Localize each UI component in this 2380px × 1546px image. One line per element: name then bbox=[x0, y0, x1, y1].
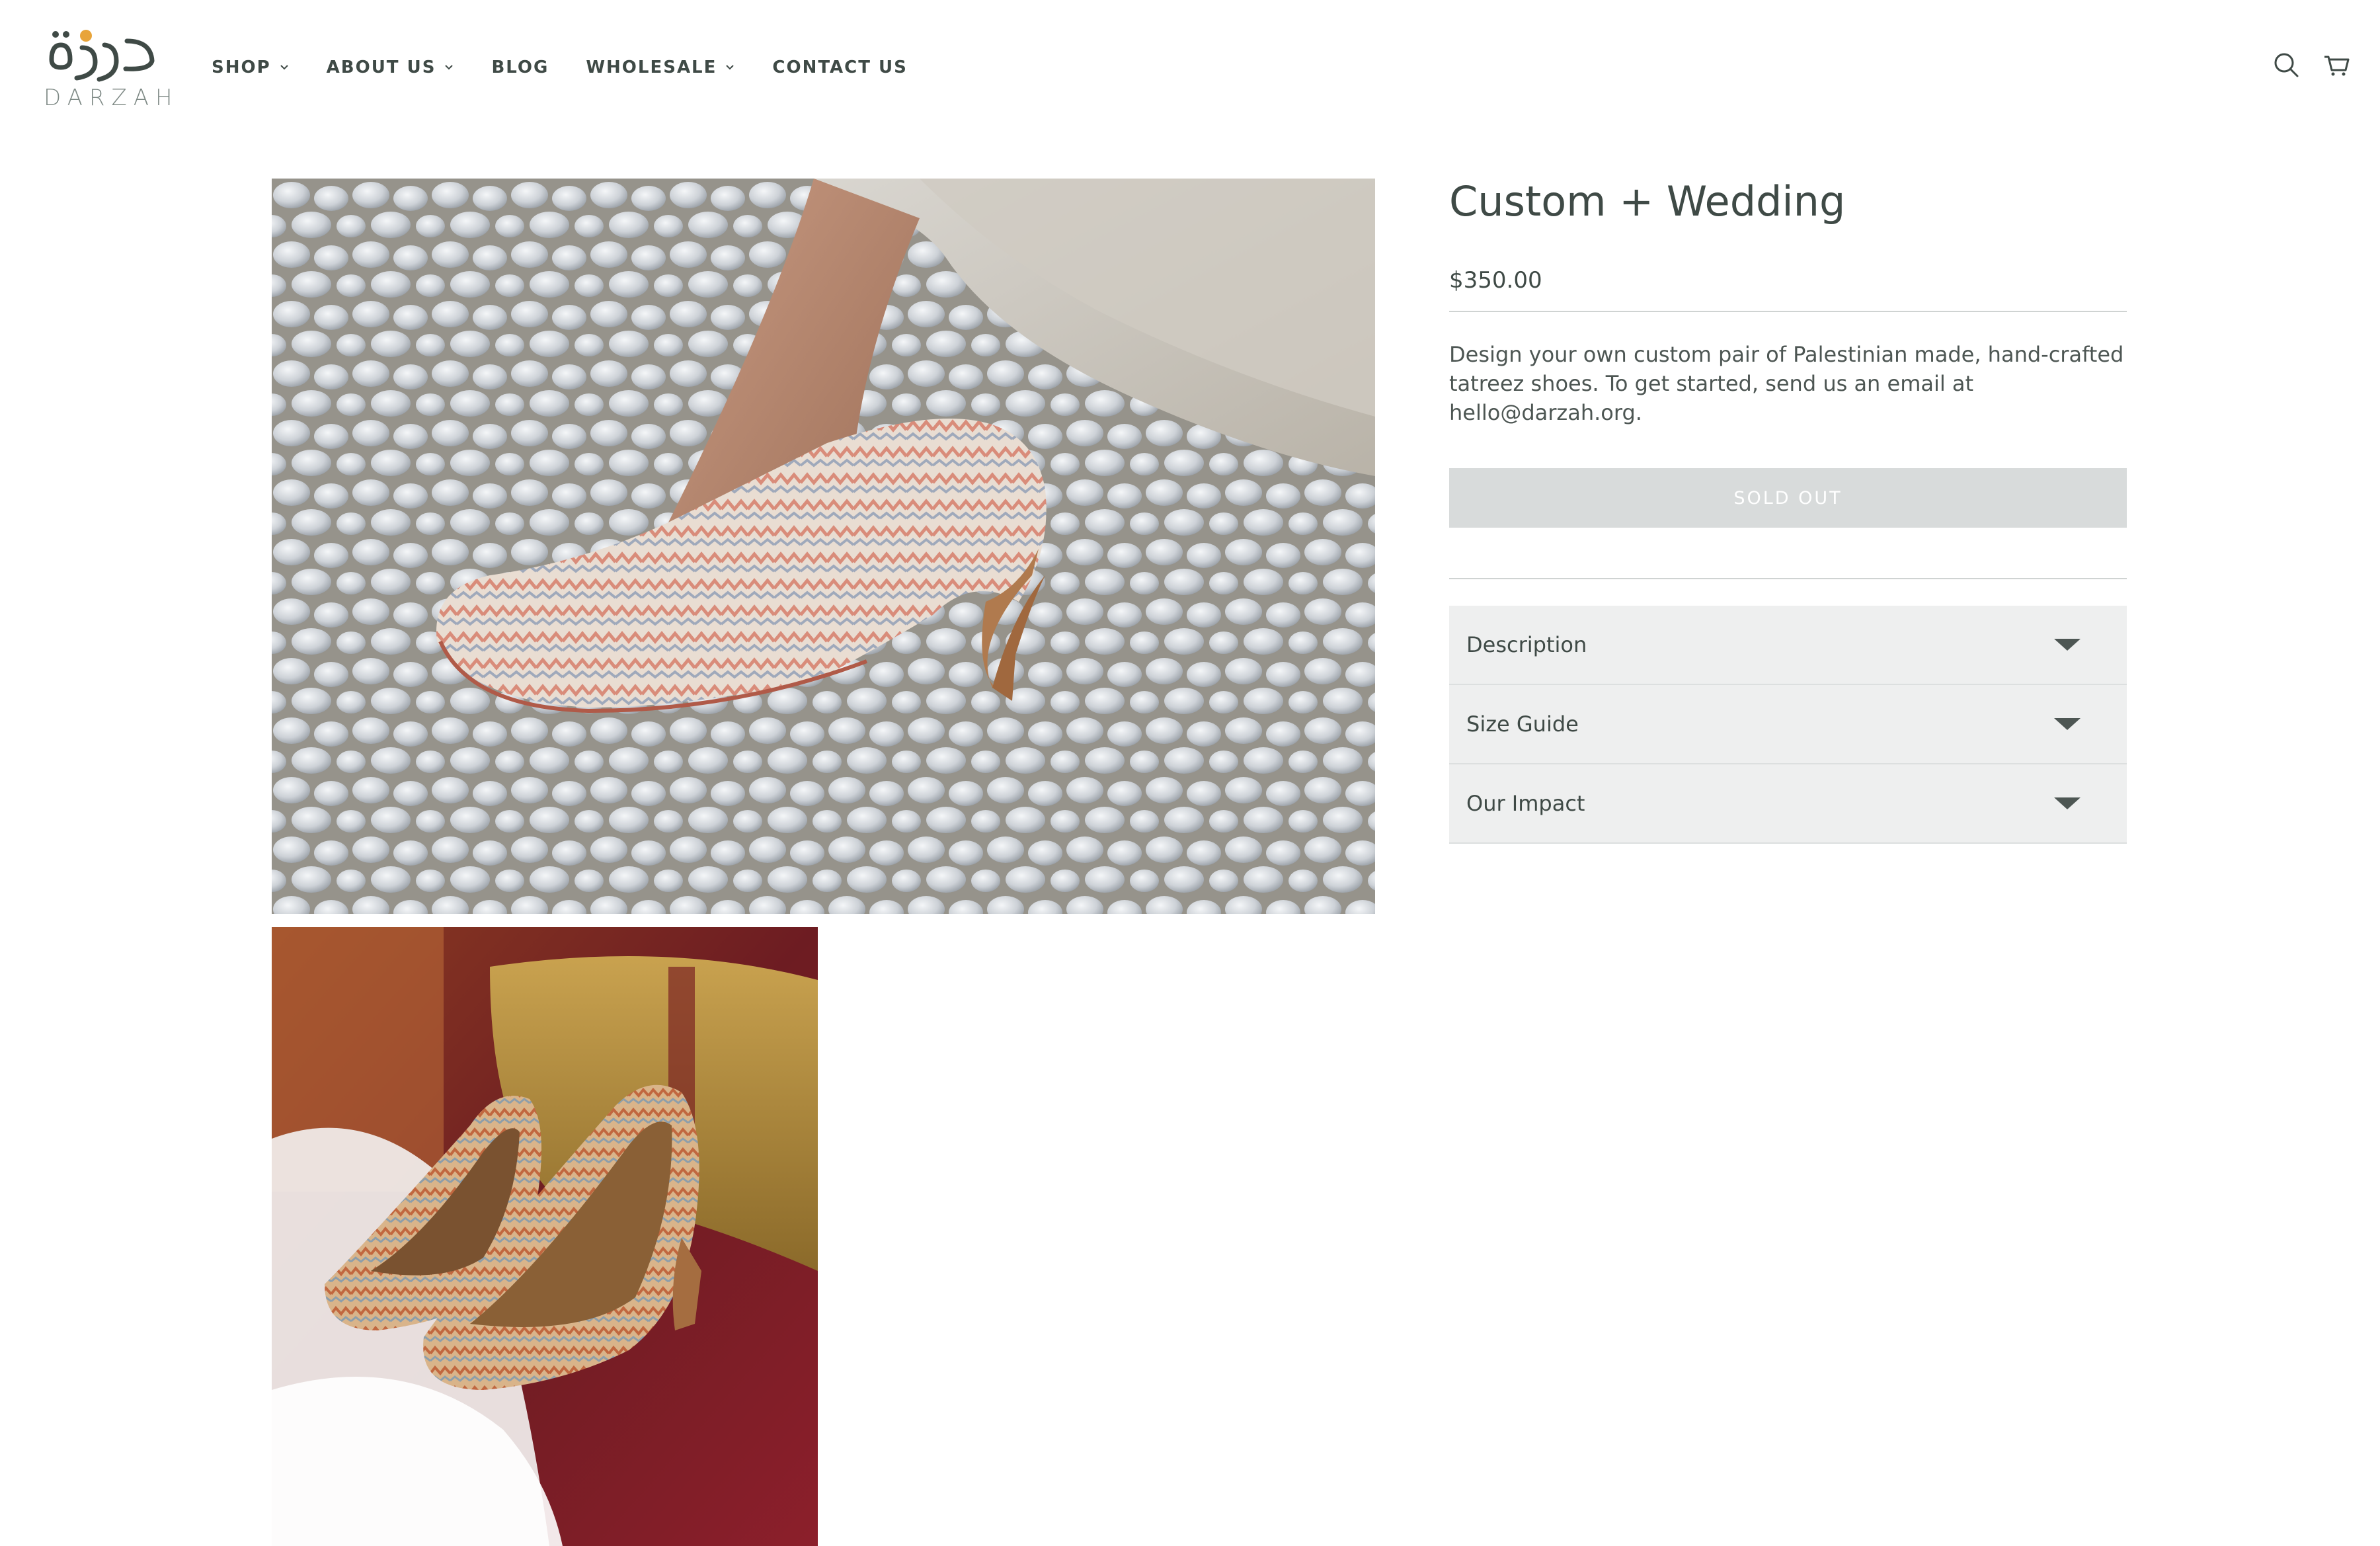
site-header: DARZAH SHOP ABOUT US BLOG WHOLESALE CONT… bbox=[0, 0, 2380, 132]
nav-item-blog[interactable]: BLOG bbox=[491, 58, 549, 77]
search-icon[interactable] bbox=[2272, 50, 2301, 79]
product-price: $350.00 bbox=[1449, 267, 1542, 294]
nav-label: BLOG bbox=[491, 58, 549, 77]
header-actions bbox=[2250, 50, 2351, 79]
product-info-panel: Custom + Wedding $350.00 Design your own… bbox=[1449, 172, 2127, 844]
main-nav: SHOP ABOUT US BLOG WHOLESALE CONTACT US bbox=[212, 54, 945, 81]
product-accordion: Description Size Guide Our Impact bbox=[1449, 606, 2127, 844]
accordion-label: Size Guide bbox=[1466, 712, 1579, 737]
divider bbox=[1449, 311, 2127, 312]
brand-logo[interactable]: DARZAH bbox=[44, 19, 179, 111]
accordion-label: Our Impact bbox=[1466, 791, 1585, 816]
nav-item-wholesale[interactable]: WHOLESALE bbox=[586, 58, 735, 77]
nav-label: ABOUT US bbox=[326, 58, 436, 77]
product-image-secondary[interactable] bbox=[272, 927, 818, 1546]
logo-wordmark: DARZAH bbox=[44, 85, 179, 111]
nav-label: CONTACT US bbox=[772, 58, 908, 77]
cart-icon[interactable] bbox=[2322, 50, 2351, 79]
accordion-size-guide[interactable]: Size Guide bbox=[1449, 685, 2127, 764]
accordion-our-impact[interactable]: Our Impact bbox=[1449, 764, 2127, 844]
photo-shoes-pair bbox=[272, 927, 818, 1546]
product-image-main[interactable] bbox=[272, 179, 1375, 914]
nav-label: SHOP bbox=[212, 58, 271, 77]
caret-down-icon bbox=[2054, 639, 2081, 651]
product-title: Custom + Wedding bbox=[1449, 177, 1846, 225]
logo-arabic-mark bbox=[49, 30, 155, 82]
accordion-label: Description bbox=[1466, 632, 1587, 657]
caret-down-icon bbox=[2054, 718, 2081, 730]
chevron-down-icon bbox=[445, 65, 454, 70]
product-description: Design your own custom pair of Palestini… bbox=[1449, 342, 2124, 425]
chevron-down-icon bbox=[280, 65, 288, 70]
accordion-description[interactable]: Description bbox=[1449, 606, 2127, 685]
photo-shoe-on-cobblestones bbox=[272, 179, 1375, 914]
divider bbox=[1449, 578, 2127, 579]
nav-item-about-us[interactable]: ABOUT US bbox=[327, 58, 455, 77]
caret-down-icon bbox=[2054, 797, 2081, 809]
nav-label: WHOLESALE bbox=[586, 58, 717, 77]
nav-item-shop[interactable]: SHOP bbox=[212, 58, 290, 77]
chevron-down-icon bbox=[726, 65, 734, 70]
sold-out-button[interactable]: SOLD OUT bbox=[1449, 468, 2127, 528]
nav-item-contact-us[interactable]: CONTACT US bbox=[772, 58, 908, 77]
